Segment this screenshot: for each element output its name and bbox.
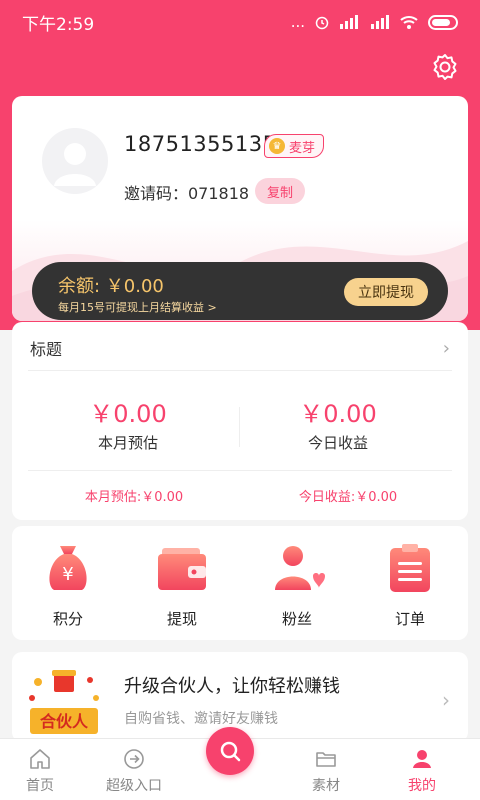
divider <box>28 470 452 471</box>
settings-gear-icon[interactable] <box>430 52 460 82</box>
partner-title: 升级合伙人，让你轻松赚钱 <box>124 676 340 697</box>
grid-item-fans[interactable]: 粉丝 <box>257 540 337 629</box>
grid-item-orders[interactable]: 订单 <box>370 540 450 629</box>
balance-bar: 余额: ￥0.00 每月15号可提现上月结算收益 > 立即提现 <box>32 262 448 320</box>
today-earnings-label: 今日收益 <box>307 434 368 452</box>
divider <box>28 370 452 371</box>
money-bag-icon: ¥ <box>49 546 87 590</box>
signal-icon <box>340 15 358 29</box>
grid-label: 积分 <box>52 610 83 628</box>
tab-label: 素材 <box>312 778 340 794</box>
search-icon <box>220 741 241 762</box>
tab-label: 首页 <box>26 778 54 794</box>
partner-promo-image: 合伙人 <box>26 668 102 738</box>
tab-label: 我的 <box>408 778 436 794</box>
status-time: 下午2:59 <box>22 14 95 35</box>
level-badge: ♛ 麦芽 <box>264 134 325 158</box>
folder-icon <box>316 752 336 767</box>
earnings-title[interactable]: 标题 <box>30 336 62 360</box>
invite-code: 邀请码：071818 <box>124 184 250 203</box>
tab-mine[interactable]: 我的 <box>382 747 462 795</box>
svg-text:¥: ¥ <box>62 564 73 585</box>
status-icons: ... <box>291 13 458 31</box>
user-icon <box>54 143 96 186</box>
order-icon <box>390 544 430 592</box>
battery-icon <box>428 14 458 30</box>
level-badge-label: 麦芽 <box>289 140 316 156</box>
wallet-icon <box>158 548 206 590</box>
today-earnings-summary: 今日收益:￥0.00 <box>298 490 398 505</box>
tab-home[interactable]: 首页 <box>0 747 80 795</box>
svg-text:合伙人: 合伙人 <box>40 712 89 731</box>
phone-number: 18751355135 <box>124 132 277 156</box>
partner-subtitle: 自购省钱、邀请好友赚钱 <box>124 711 278 727</box>
balance-note[interactable]: 每月15号可提现上月结算收益 > <box>58 299 217 315</box>
withdraw-now-button[interactable]: 立即提现 <box>344 278 428 306</box>
vertical-divider <box>239 407 240 447</box>
month-estimate-amount: ￥0.00 <box>89 400 167 428</box>
grid-label: 粉丝 <box>281 610 312 628</box>
function-grid: ¥ 积分 提现 粉丝 订单 <box>12 526 468 640</box>
tab-super-entry[interactable]: 超级入口 <box>94 747 174 795</box>
copy-button[interactable]: 复制 <box>255 178 306 204</box>
tab-search[interactable] <box>206 727 254 775</box>
home-icon <box>30 749 50 769</box>
tab-label: 超级入口 <box>106 778 162 794</box>
chevron-right-icon[interactable]: › <box>443 338 450 359</box>
earnings-card: 标题 › ￥0.00 本月预估 ￥0.00 今日收益 本月预估:￥0.00 今日… <box>12 322 468 520</box>
enter-icon <box>124 749 144 769</box>
grid-label: 提现 <box>166 610 197 628</box>
today-earnings-amount: ￥0.00 <box>299 400 377 428</box>
crown-icon: ♛ <box>269 138 285 154</box>
month-estimate-summary: 本月预估:￥0.00 <box>84 490 184 505</box>
wifi-icon <box>400 16 418 29</box>
month-estimate-label: 本月预估 <box>97 434 158 452</box>
grid-label: 订单 <box>394 610 425 628</box>
profile-icon <box>413 750 431 768</box>
more-dots-icon: ... <box>290 13 305 31</box>
alarm-icon <box>315 16 329 30</box>
balance-amount: 余额: ￥0.00 <box>58 276 164 297</box>
status-bar: 下午2:59 ... <box>0 0 480 44</box>
fans-icon <box>275 546 325 590</box>
grid-item-points[interactable]: ¥ 积分 <box>28 540 108 629</box>
signal-4g-icon <box>371 15 389 29</box>
grid-item-withdraw[interactable]: 提现 <box>142 540 222 629</box>
tab-materials[interactable]: 素材 <box>286 747 366 795</box>
chevron-right-icon[interactable]: › <box>442 688 450 712</box>
avatar[interactable] <box>42 128 108 194</box>
